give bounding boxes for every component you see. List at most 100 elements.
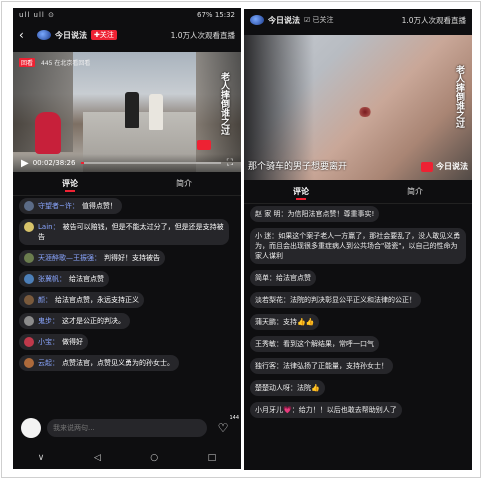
comment-item[interactable]: 赵 家 明：为信阳法官点赞！尊重事实! xyxy=(250,206,466,222)
comment-text: 法院👍 xyxy=(297,384,320,392)
comment-item[interactable]: 蒲天鹏：支持👍👍 xyxy=(250,314,466,330)
followed-text: 已关注 xyxy=(312,16,334,24)
tab-comments[interactable]: 评论 xyxy=(244,186,358,197)
comment-content: 淡若梨花：法院的判决彰显公平正义和法律的公正！ xyxy=(255,295,416,305)
comment-item[interactable]: 简单：给法官点赞 xyxy=(250,270,466,286)
commenter-avatar[interactable] xyxy=(24,253,34,263)
comment-text: 做得好 xyxy=(62,338,83,346)
commenter-name[interactable]: 小 迷： xyxy=(255,232,278,240)
commenter-name[interactable]: 颜： xyxy=(38,296,52,304)
video-person xyxy=(125,92,139,128)
comment-item[interactable]: 小宝： 做得好 xyxy=(19,334,235,350)
progress-bar[interactable] xyxy=(81,162,221,164)
commenter-avatar[interactable] xyxy=(24,222,34,232)
commenter-name[interactable]: 王秀敏： xyxy=(255,340,283,348)
comment-item[interactable]: 鬼步： 这才是公正的判决。 xyxy=(19,313,235,329)
comment-bubble: 天涯醉歌—王振强： 判得好！支持被告 xyxy=(19,250,165,266)
fullscreen-icon[interactable]: ⛶ xyxy=(227,158,233,168)
commenter-name[interactable]: 张冀帆： xyxy=(38,275,66,283)
commenter-name[interactable]: 淡若梨花： xyxy=(255,296,290,304)
active-tab-indicator xyxy=(296,198,306,200)
comment-content: 王秀敏：看到这个解结果，常呼一口气 xyxy=(255,339,374,349)
commenter-name[interactable]: 小宝： xyxy=(38,338,59,346)
commenter-avatar[interactable] xyxy=(24,274,34,284)
like-heart-icon[interactable]: ♡ 144 xyxy=(213,415,239,435)
comment-bubble: 楚楚动人呀：法院👍 xyxy=(250,380,325,396)
tab-bar: 评论 简介 xyxy=(13,172,241,196)
commenter-name[interactable]: Lain： xyxy=(38,223,60,231)
active-tab-indicator xyxy=(65,190,75,192)
comment-content: 赵 家 明：为信阳法官点赞！尊重事实! xyxy=(255,209,374,219)
comment-text: 值得点赞！ xyxy=(81,202,117,210)
commenter-name[interactable]: 鬼步： xyxy=(38,317,59,325)
comment-content: 鬼步： 这才是公正的判决。 xyxy=(38,316,125,326)
commenter-name[interactable]: 独行客： xyxy=(255,362,283,370)
comment-text: 看到这个解结果，常呼一口气 xyxy=(283,340,374,348)
commenter-name[interactable]: 守望者~许： xyxy=(38,202,79,210)
comment-bubble: 张冀帆： 给法官点赞 xyxy=(19,271,109,287)
comment-item[interactable]: 楚楚动人呀：法院👍 xyxy=(250,380,466,396)
user-avatar[interactable] xyxy=(21,418,41,438)
header: 今日说法 ☑ 已关注 1.0万人次观看直播 xyxy=(244,9,472,31)
comment-item[interactable]: 守望者~许： 值得点赞！ xyxy=(19,198,235,214)
follow-button[interactable]: ✚关注 xyxy=(91,30,117,40)
commenter-avatar[interactable] xyxy=(24,295,34,305)
status-right: 67% 15:32 xyxy=(197,11,235,19)
channel-name[interactable]: 今日说法 xyxy=(268,15,300,26)
comment-item[interactable]: 天涯醉歌—王振强： 判得好！支持被告 xyxy=(19,250,235,266)
comment-text: 为信阳法官点赞！尊重事实! xyxy=(287,210,375,218)
commenter-name[interactable]: 楚楚动人呀： xyxy=(255,384,297,392)
battery-level: 67% xyxy=(197,11,213,19)
comment-item[interactable]: 张冀帆： 给法官点赞 xyxy=(19,271,235,287)
comment-text: 被告可以赔钱，但是不能太过分了，但是还是支持被告 xyxy=(38,223,224,241)
comment-item[interactable]: 王秀敏：看到这个解结果，常呼一口气 xyxy=(250,336,466,352)
comment-item[interactable]: 小月牙儿💗：给力！！以后也敢去帮助别人了 xyxy=(250,402,466,418)
comment-text: 给力！！以后也敢去帮助别人了 xyxy=(298,406,397,414)
comment-item[interactable]: Lain： 被告可以赔钱，但是不能太过分了，但是还是支持被告 xyxy=(19,219,235,245)
commenter-avatar[interactable] xyxy=(24,316,34,326)
video-player[interactable]: 回看 445 在北京看回看 老人摔倒谁之过 ▶ 00:02/38:26 ⛶ xyxy=(13,52,241,172)
play-icon[interactable]: ▶ xyxy=(21,158,29,169)
channel-logo-icon[interactable] xyxy=(37,30,51,40)
comment-list: 守望者~许： 值得点赞！ Lain： 被告可以赔钱，但是不能太过分了，但是还是支持被告… xyxy=(13,196,241,378)
channel-name[interactable]: 今日说法 xyxy=(55,30,87,41)
comment-item[interactable]: 淡若梨花：法院的判决彰显公平正义和法律的公正！ xyxy=(250,292,466,308)
system-nav-bar: ∨ ◁ ○ □ xyxy=(13,447,241,469)
commenter-name[interactable]: 天涯醉歌—王振强： xyxy=(38,254,101,262)
comment-content: 云起： 点赞法官，点赞见义勇为的孙女士。 xyxy=(38,358,174,368)
comment-item[interactable]: 小 迷：如果这个案子老人一方赢了，那社会要乱了，没人敢见义勇为，而且会出现很多重… xyxy=(250,228,466,264)
comment-item[interactable]: 云起： 点赞法官，点赞见义勇为的孙女士。 xyxy=(19,355,235,371)
comment-item[interactable]: 独行客：法律弘扬了正能量，支持孙女士！ xyxy=(250,358,466,374)
nav-recent-icon[interactable]: □ xyxy=(208,453,217,463)
tab-intro[interactable]: 简介 xyxy=(358,186,472,197)
tab-comments[interactable]: 评论 xyxy=(13,178,127,189)
comment-content: 蒲天鹏：支持👍👍 xyxy=(255,317,314,327)
comment-item[interactable]: 颜： 给法官点赞，永远支持正义 xyxy=(19,292,235,308)
back-arrow-icon[interactable]: ‹ xyxy=(19,28,31,42)
tab-intro[interactable]: 简介 xyxy=(127,178,241,189)
like-count: 144 xyxy=(229,415,239,421)
commenter-name[interactable]: 赵 家 明： xyxy=(255,210,287,218)
comment-text: 给法官点赞 xyxy=(69,275,104,283)
commenter-avatar[interactable] xyxy=(24,201,34,211)
nav-home-icon[interactable]: ○ xyxy=(150,453,158,463)
commenter-avatar[interactable] xyxy=(24,337,34,347)
video-player[interactable]: 老人摔倒谁之过 那个骑车的男子想要离开 今日说法 xyxy=(244,35,472,180)
channel-logo-icon[interactable] xyxy=(250,15,264,25)
comment-input[interactable]: 我来说两句... xyxy=(47,419,207,437)
comment-content: 颜： 给法官点赞，永远支持正义 xyxy=(38,295,139,305)
commenter-name[interactable]: 蒲天鹏： xyxy=(255,318,283,326)
viewer-count: 1.0万人次观看直播 xyxy=(401,15,466,25)
commenter-avatar[interactable] xyxy=(24,358,34,368)
comment-bubble: Lain： 被告可以赔钱，但是不能太过分了，但是还是支持被告 xyxy=(19,219,229,245)
commenter-name[interactable]: 云起： xyxy=(38,359,59,367)
comment-text: 判得好！支持被告 xyxy=(104,254,160,262)
comment-text: 支持👍👍 xyxy=(283,318,315,326)
commenter-name[interactable]: 小月牙儿💗： xyxy=(255,406,299,414)
comment-text: 法律弘扬了正能量，支持孙女士！ xyxy=(283,362,388,370)
video-time: 00:02/38:26 xyxy=(32,159,76,167)
nav-collapse-icon[interactable]: ∨ xyxy=(38,453,45,463)
right-phone-screen: 今日说法 ☑ 已关注 1.0万人次观看直播 老人摔倒谁之过 那个骑车的男子想要离… xyxy=(244,9,472,470)
nav-back-icon[interactable]: ◁ xyxy=(94,453,101,463)
commenter-name[interactable]: 简单： xyxy=(255,274,276,282)
